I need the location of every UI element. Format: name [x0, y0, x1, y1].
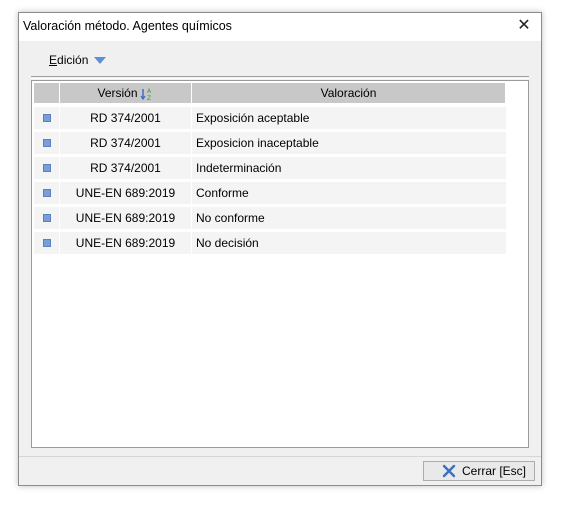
column-header-version[interactable]: Versión A Z [60, 83, 192, 103]
table-row[interactable]: RD 374/2001 Exposicion inaceptable [34, 132, 506, 154]
close-icon[interactable]: ✕ [515, 17, 533, 35]
column-header-valoracion[interactable]: Valoración [192, 83, 506, 103]
data-grid[interactable]: Versión A Z Valoración RD 374/2001 Exposi… [31, 80, 529, 448]
row-selector-cell[interactable] [34, 232, 59, 254]
cell-valoracion[interactable]: Exposición aceptable [192, 107, 506, 129]
row-selector-cell[interactable] [34, 207, 59, 229]
footer-divider [19, 456, 541, 457]
row-marker-icon [43, 114, 51, 122]
table-row[interactable]: RD 374/2001 Indeterminación [34, 157, 506, 179]
cell-version[interactable]: RD 374/2001 [60, 107, 191, 129]
row-selector-header [34, 83, 60, 103]
cell-version[interactable]: UNE-EN 689:2019 [60, 232, 191, 254]
toolbar-separator [31, 76, 529, 77]
cell-valoracion[interactable]: Indeterminación [192, 157, 506, 179]
cell-version[interactable]: RD 374/2001 [60, 157, 191, 179]
cell-valoracion[interactable]: Conforme [192, 182, 506, 204]
row-selector-cell[interactable] [34, 107, 59, 129]
menu-edicion-label: Edición [49, 53, 88, 67]
close-x-icon [442, 464, 456, 478]
row-marker-icon [43, 139, 51, 147]
toolbar-separator-highlight [31, 78, 529, 79]
table-row[interactable]: UNE-EN 689:2019 No decisión [34, 232, 506, 254]
cell-version[interactable]: UNE-EN 689:2019 [60, 207, 191, 229]
table-row[interactable]: RD 374/2001 Exposición aceptable [34, 107, 506, 129]
menu-edicion-rest: dición [57, 53, 89, 67]
row-selector-cell[interactable] [34, 157, 59, 179]
close-button-label: Cerrar [Esc] [462, 464, 527, 478]
table-row[interactable]: UNE-EN 689:2019 Conforme [34, 182, 506, 204]
table-row[interactable]: UNE-EN 689:2019 No conforme [34, 207, 506, 229]
cell-valoracion[interactable]: Exposicion inaceptable [192, 132, 506, 154]
row-marker-icon [43, 164, 51, 172]
row-selector-cell[interactable] [34, 182, 59, 204]
sort-az-icon[interactable]: A Z [140, 87, 154, 101]
window-title: Valoración método. Agentes químicos [23, 19, 232, 33]
menu-edicion-mnemonic: E [49, 53, 58, 67]
sort-icon-a: A [147, 88, 152, 95]
title-bar[interactable]: Valoración método. Agentes químicos ✕ [19, 13, 541, 41]
row-selector-cell[interactable] [34, 132, 59, 154]
row-marker-icon [43, 214, 51, 222]
cell-valoracion[interactable]: No decisión [192, 232, 506, 254]
sort-icon-z: Z [147, 95, 151, 101]
dialog-window: Valoración método. Agentes químicos ✕ Ed… [18, 12, 542, 486]
cell-version[interactable]: UNE-EN 689:2019 [60, 182, 191, 204]
column-header-version-label: Versión [97, 86, 138, 100]
cell-version[interactable]: RD 374/2001 [60, 132, 191, 154]
dropdown-triangle-icon [94, 57, 107, 65]
row-marker-icon [43, 189, 51, 197]
row-marker-icon [43, 239, 51, 247]
cell-valoracion[interactable]: No conforme [192, 207, 506, 229]
close-button[interactable]: Cerrar [Esc] [423, 461, 535, 481]
menu-edicion[interactable]: Edición [49, 53, 107, 69]
